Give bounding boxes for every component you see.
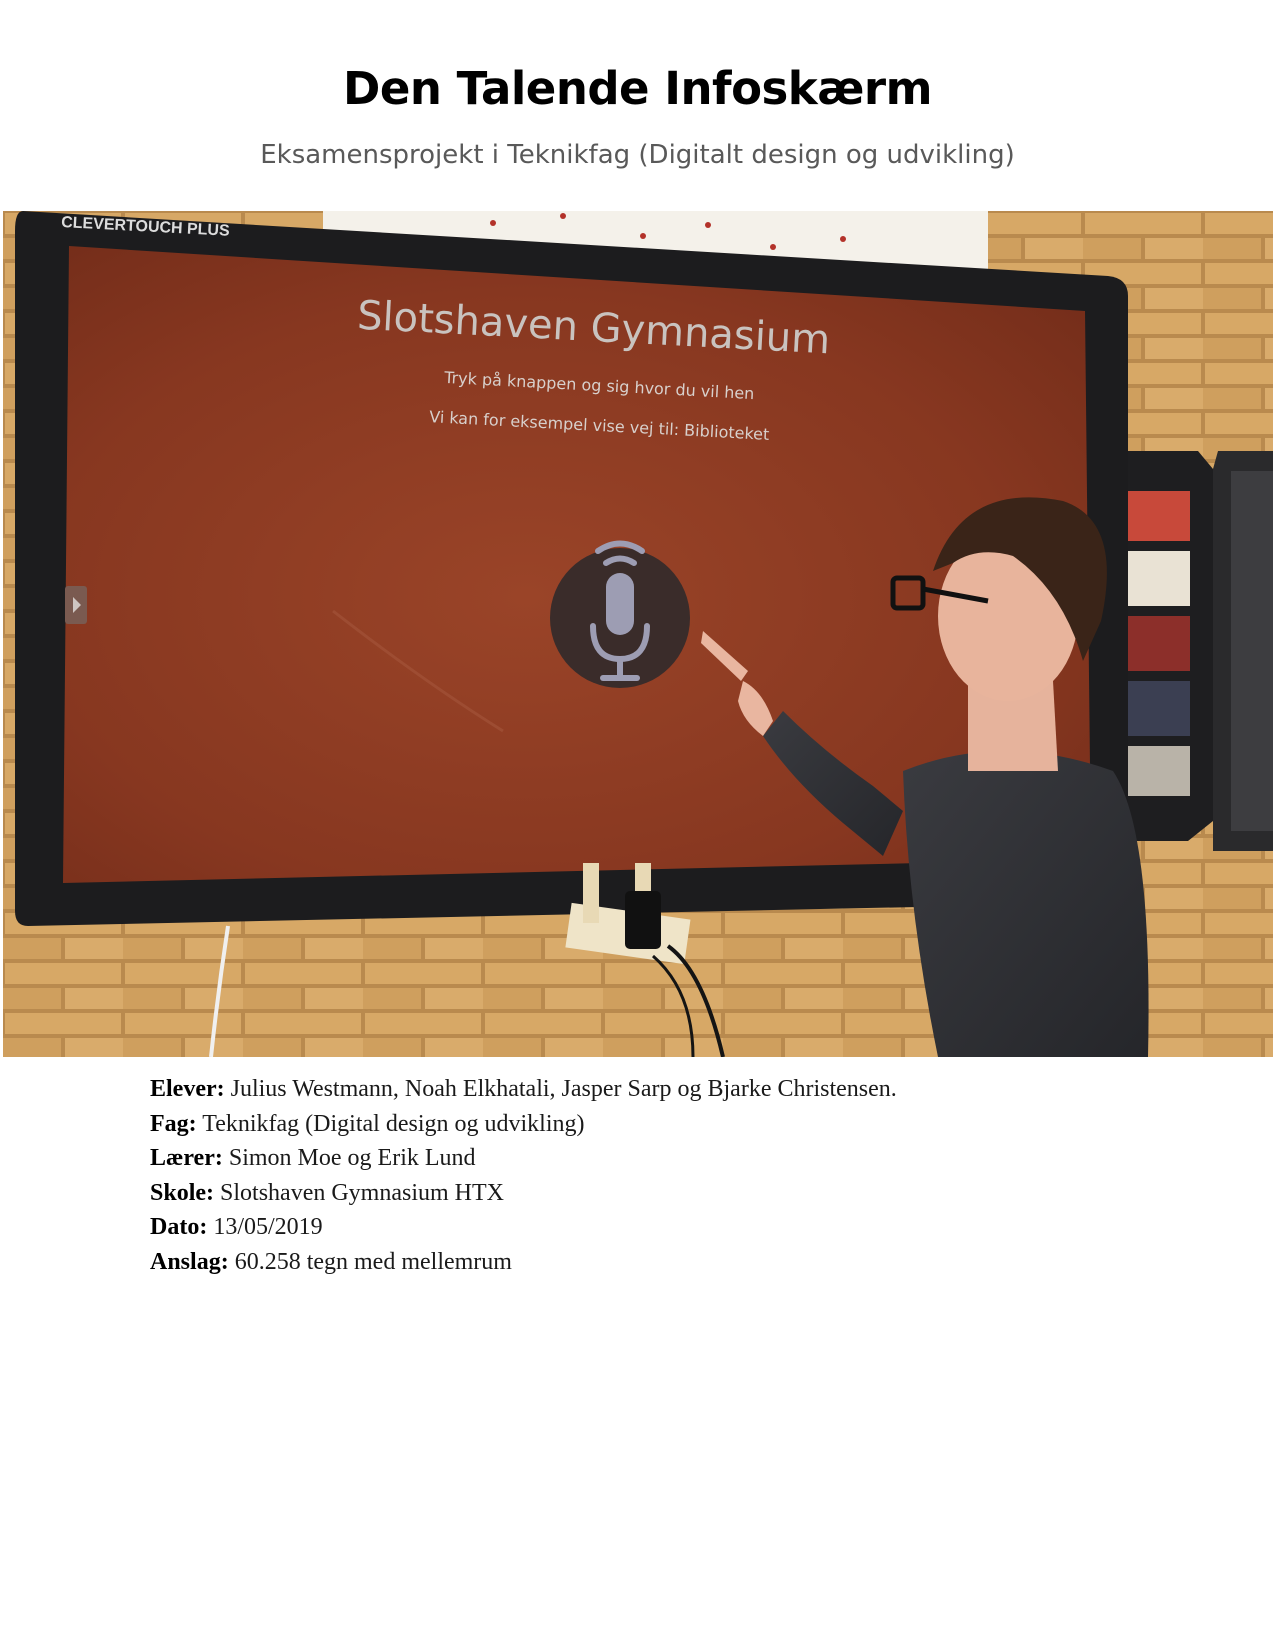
details-value: 13/05/2019 (213, 1214, 323, 1240)
details-row-date: Dato: 13/05/2019 (150, 1210, 1200, 1245)
document-title: Den Talende Infoskærm (343, 62, 932, 115)
brochures (1128, 491, 1190, 796)
project-details: Elever: Julius Westmann, Noah Elkhatali,… (150, 1072, 1200, 1279)
details-row-school: Skole: Slotshaven Gymnasium HTX (150, 1176, 1200, 1211)
details-label: Elever: (150, 1076, 225, 1102)
details-value: Slotshaven Gymnasium HTX (220, 1179, 504, 1206)
details-value: Simon Moe og Erik Lund (228, 1145, 476, 1171)
details-value: Teknikfag (Digital design og udvikling) (202, 1110, 585, 1137)
details-label: Anslag: (150, 1248, 229, 1275)
details-row-subject: Fag: Teknikfag (Digital design og udvikl… (150, 1107, 1200, 1142)
details-value: Julius Westmann, Noah Elkhatali, Jasper … (230, 1076, 897, 1102)
details-label: Lærer: (150, 1145, 223, 1171)
details-label: Fag: (150, 1110, 197, 1137)
details-label: Dato: (150, 1214, 208, 1240)
details-row-teachers: Lærer: Simon Moe og Erik Lund (150, 1141, 1200, 1176)
details-label: Skole: (150, 1179, 215, 1206)
details-row-character-count: Anslag: 60.258 tegn med mellemrum (150, 1245, 1200, 1280)
document-subtitle: Eksamensprojekt i Teknikfag (Digitalt de… (260, 140, 1015, 170)
details-value: 60.258 tegn med mellemrum (234, 1248, 512, 1275)
cover-photo: CLEVERTOUCH PLUS Slotshaven Gymnasium Tr… (3, 211, 1273, 1057)
details-row-students: Elever: Julius Westmann, Noah Elkhatali,… (150, 1072, 1200, 1107)
